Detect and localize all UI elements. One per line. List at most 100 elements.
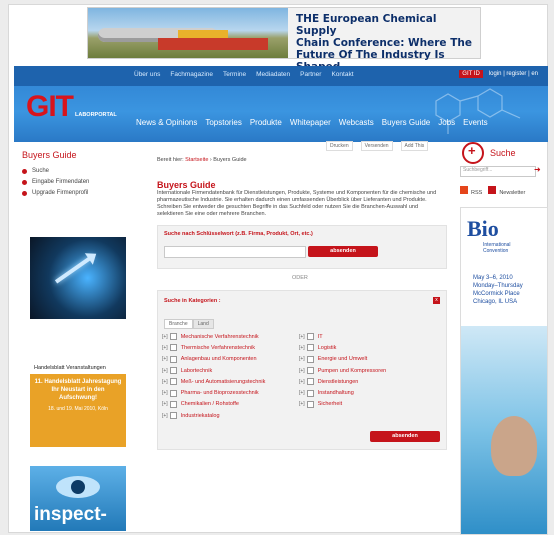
site-header: Über uns Fachmagazine Termine Mediadaten… <box>14 66 548 142</box>
bio-image <box>461 326 547 534</box>
login-links[interactable]: login | register | en <box>489 71 538 77</box>
breadcrumb: Bereit hier: Startseite › Buyers Guide <box>157 157 247 163</box>
category-item[interactable]: [+] Dienstleistungen <box>299 376 386 387</box>
tab-land[interactable]: Land <box>192 319 214 329</box>
checkbox[interactable] <box>169 389 177 397</box>
keyword-search-input[interactable] <box>164 246 306 258</box>
addthis-button[interactable]: Add This <box>400 141 429 151</box>
sidebar-item-eingabe[interactable]: Eingabe Firmendaten <box>22 179 132 185</box>
category-submit-button[interactable]: absenden <box>370 431 440 442</box>
newsletter-link[interactable]: Newsletter <box>488 186 525 196</box>
category-label: Energie und Umwelt <box>317 356 368 363</box>
tab-branche[interactable]: Branche <box>164 319 193 329</box>
main-nav: News & Opinions Topstories Produkte Whit… <box>136 118 488 127</box>
search-go-icon[interactable]: ➜ <box>534 165 541 174</box>
checkbox[interactable] <box>306 400 314 408</box>
rss-link[interactable]: RSS <box>460 186 482 196</box>
keyword-submit-button[interactable]: absenden <box>308 246 378 257</box>
category-label: Meß- und Automatisierungstechnik <box>180 378 266 385</box>
checkbox[interactable] <box>306 355 314 363</box>
page-title: Buyers Guide <box>157 180 216 190</box>
mail-icon <box>488 186 497 194</box>
arrow-ad[interactable] <box>30 237 126 319</box>
category-item[interactable]: [+] Thermische Verfahrenstechnik <box>162 342 265 353</box>
bullet-icon <box>22 190 27 196</box>
breadcrumb-current: Buyers Guide <box>213 157 247 163</box>
ad-text: inspect- <box>34 504 107 525</box>
category-item[interactable]: [+] Anlagenbau und Komponenten <box>162 354 265 365</box>
main-nav-item[interactable]: Jobs <box>438 118 455 127</box>
category-item[interactable]: [+] Pumpen und Kompressoren <box>299 365 386 376</box>
category-item[interactable]: [+] Mechanische Verfahrenstechnik <box>162 331 265 342</box>
category-item[interactable]: [+] Energie und Umwelt <box>299 354 386 365</box>
breadcrumb-link[interactable]: Startseite <box>185 157 208 163</box>
main-nav-item[interactable]: Webcasts <box>339 118 374 127</box>
checkbox[interactable] <box>306 367 314 375</box>
category-item[interactable]: [+] IT <box>299 331 386 342</box>
top-banner-ad[interactable]: THE European Chemical Supply Chain Confe… <box>87 7 481 73</box>
category-item[interactable]: [+] Chemikalien / Rohstoffe <box>162 399 265 410</box>
logo-suffix: LABORPORTAL <box>75 112 117 118</box>
top-nav-item[interactable]: Kontakt <box>331 71 353 78</box>
git-id-label[interactable]: GIT ID <box>459 70 483 78</box>
checkbox[interactable] <box>306 378 314 386</box>
sidebar-item-suche[interactable]: Suche <box>22 168 132 174</box>
inspect-ad[interactable]: inspect- <box>30 466 126 531</box>
or-divider: ODER <box>292 275 308 281</box>
checkbox[interactable] <box>169 378 177 386</box>
main-nav-item[interactable]: News & Opinions <box>136 118 197 127</box>
sidebar-item-upgrade[interactable]: Upgrade Firmenprofil <box>22 190 132 196</box>
site-logo[interactable]: GIT LABORPORTAL <box>26 92 117 122</box>
category-item[interactable]: [+] Logistik <box>299 342 386 353</box>
ad-headline: 11. Handelsblatt Jahrestagung Ihr Neusta… <box>34 379 122 401</box>
keyword-search-label: Suche nach Schlüsselwort (z.B. Firma, Pr… <box>164 231 313 237</box>
category-search-box: Suche in Kategorien : x Branche Land [+]… <box>157 290 447 450</box>
close-icon[interactable]: x <box>433 297 440 304</box>
checkbox[interactable] <box>169 333 177 341</box>
category-item[interactable]: [+] Pharma- und Bioprozesstechnik <box>162 387 265 398</box>
bio-logo: Bio <box>467 216 499 241</box>
checkbox[interactable] <box>306 389 314 397</box>
main-nav-item[interactable]: Produkte <box>250 118 282 127</box>
main-nav-item[interactable]: Events <box>463 118 487 127</box>
ad-date: 18. und 19. Mai 2010, Köln <box>48 406 108 412</box>
category-item[interactable]: [+] Labortechnik <box>162 365 265 376</box>
eye-icon <box>56 476 100 498</box>
bullet-icon <box>22 168 27 174</box>
checkbox[interactable] <box>169 412 177 420</box>
main-nav-item[interactable]: Buyers Guide <box>382 118 430 127</box>
top-nav-item[interactable]: Fachmagazine <box>170 71 213 78</box>
checkbox[interactable] <box>169 400 177 408</box>
checkbox[interactable] <box>169 367 177 375</box>
arrow-icon <box>54 254 95 284</box>
category-label: Pharma- und Bioprozesstechnik <box>180 390 259 397</box>
top-nav-item[interactable]: Termine <box>223 71 246 78</box>
bio-dates: May 3–6, 2010 Monday–Thursday McCormick … <box>473 275 523 305</box>
category-item[interactable]: [+] Meß- und Automatisierungstechnik <box>162 376 265 387</box>
site-search-input[interactable]: Suchbegriff... <box>460 166 536 177</box>
category-label: Pumpen und Kompressoren <box>317 367 387 374</box>
category-item[interactable]: [+] Sicherheit <box>299 399 386 410</box>
bio-convention-ad[interactable]: Bio International Convention May 3–6, 20… <box>460 207 548 535</box>
checkbox[interactable] <box>169 355 177 363</box>
handelsblatt-ad[interactable]: Handelsblatt Veranstaltungen 11. Handels… <box>30 362 126 447</box>
category-item[interactable]: [+] Instandhaltung <box>299 387 386 398</box>
top-nav-item[interactable]: Über uns <box>134 71 160 78</box>
category-item[interactable]: [+] Industriekatalog <box>162 410 265 421</box>
checkbox[interactable] <box>306 344 314 352</box>
main-nav-item[interactable]: Topstories <box>205 118 241 127</box>
main-nav-item[interactable]: Whitepaper <box>290 118 331 127</box>
category-label: Instandhaltung <box>317 390 354 397</box>
send-button[interactable]: Versenden <box>360 141 393 151</box>
checkbox[interactable] <box>169 344 177 352</box>
logo-text: GIT <box>26 90 74 123</box>
checkbox[interactable] <box>306 333 314 341</box>
rss-icon <box>460 186 468 194</box>
keyword-search-box: Suche nach Schlüsselwort (z.B. Firma, Pr… <box>157 225 447 269</box>
category-label: Logistik <box>317 344 337 351</box>
category-label: Dienstleistungen <box>317 378 359 385</box>
top-nav-item[interactable]: Partner <box>300 71 321 78</box>
intro-text: Internationale Firmendatenbank für Diens… <box>157 190 437 217</box>
print-button[interactable]: Drucken <box>326 141 353 151</box>
top-nav-item[interactable]: Mediadaten <box>256 71 290 78</box>
